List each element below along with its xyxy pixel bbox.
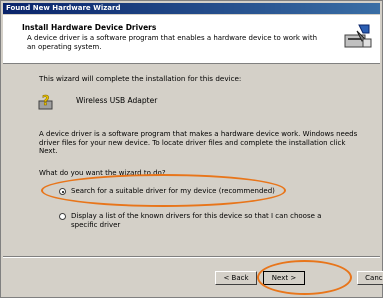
cancel-button[interactable]: Cancel <box>357 271 383 285</box>
wizard-window: Found New Hardware Wizard Install Hardwa… <box>0 0 383 298</box>
unknown-device-icon: ? <box>38 94 53 110</box>
header-subtitle: A device driver is a software program th… <box>27 34 318 51</box>
hardware-wizard-icon <box>344 24 372 48</box>
window-title: Found New Hardware Wizard <box>3 3 380 14</box>
header-title: Install Hardware Device Drivers <box>22 23 157 32</box>
option-list-radio[interactable] <box>59 213 66 220</box>
highlight-oval-option <box>41 174 286 207</box>
device-name: Wireless USB Adapter <box>76 96 158 105</box>
back-button[interactable]: < Back <box>215 271 257 285</box>
intro-text: This wizard will complete the installati… <box>39 74 242 83</box>
svg-text:?: ? <box>42 94 50 109</box>
highlight-oval-next <box>257 260 352 295</box>
wizard-header: Install Hardware Device Drivers A device… <box>3 15 380 64</box>
footer-separator <box>3 256 380 258</box>
option-list-label[interactable]: Display a list of the known drivers for … <box>71 212 341 229</box>
description-text: A device driver is a software program th… <box>39 130 358 155</box>
